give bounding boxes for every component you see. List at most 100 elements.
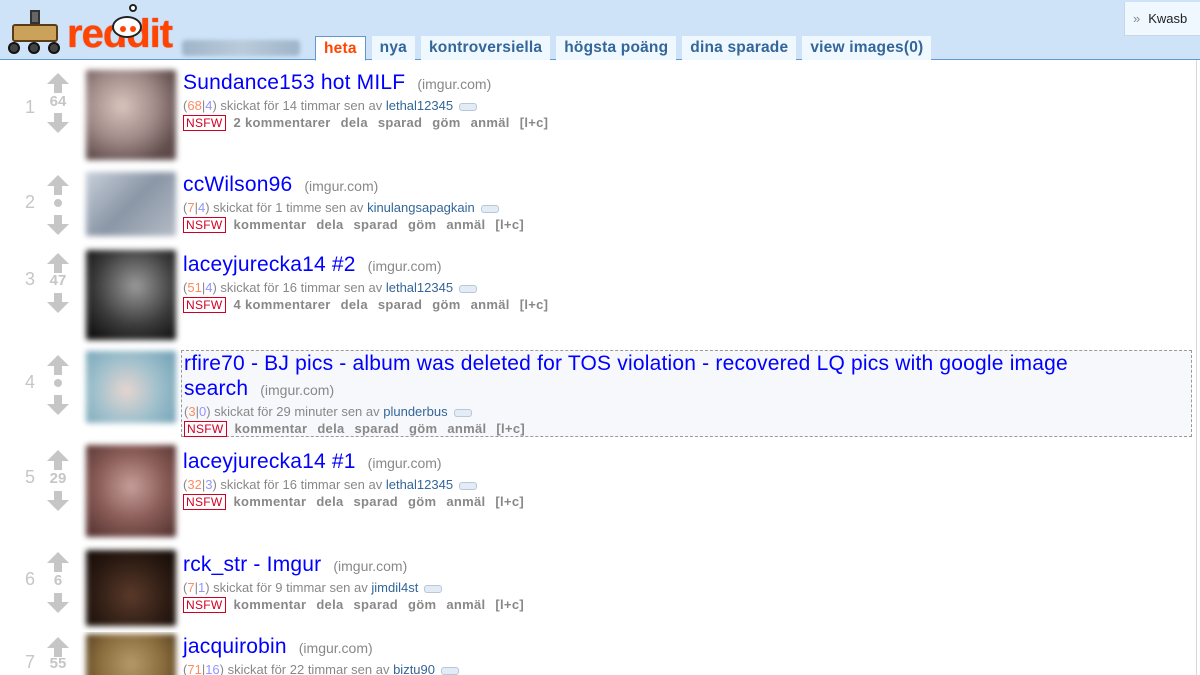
expand-chevron-icon[interactable]: » [1133,11,1140,26]
downvote-arrow-icon[interactable] [46,214,70,236]
author-link[interactable]: lethal12345 [386,98,453,113]
post-title-link[interactable]: Sundance153 hot MILF [183,71,405,94]
tab-heta[interactable]: heta [315,36,366,61]
tag-icon[interactable] [459,102,478,111]
save-button[interactable]: sparad [378,115,422,130]
hide-button[interactable]: göm [408,597,436,612]
link-comments-button[interactable]: [l+c] [495,217,524,232]
report-button[interactable]: anmäl [471,297,510,312]
save-button[interactable]: sparad [378,297,422,312]
comments-button[interactable]: kommentar [235,421,308,436]
subreddit-name-blurred[interactable] [182,40,300,56]
share-button[interactable]: dela [316,494,343,509]
share-button[interactable]: dela [341,297,368,312]
share-button[interactable]: dela [317,421,344,436]
upvote-arrow-icon[interactable] [46,252,70,274]
author-link[interactable]: biztu90 [393,662,435,675]
post-title-link-line2[interactable]: search [184,377,248,400]
comments-button[interactable]: 4 kommentarer [234,297,331,312]
upvote-arrow-icon[interactable] [46,72,70,94]
comments-button[interactable]: 2 kommentarer [234,115,331,130]
report-button[interactable]: anmäl [447,421,486,436]
username-link[interactable]: Kwasb [1148,11,1187,26]
post-thumbnail[interactable] [86,550,176,626]
tag-icon[interactable] [441,666,459,675]
link-comments-button[interactable]: [l+c] [520,297,549,312]
downvote-arrow-icon[interactable] [46,394,70,416]
upvote-count: 68 [187,98,202,113]
post-buttons: NSFW kommentar dela sparad göm anmäl [l+c] [183,216,1192,234]
reddit-logo[interactable]: reddit [0,2,175,58]
tab-hogsta-poang[interactable]: högsta poäng [556,36,677,60]
comments-button[interactable]: kommentar [234,597,307,612]
post-thumbnail[interactable] [86,634,176,675]
comments-button[interactable]: kommentar [234,217,307,232]
post-domain[interactable]: (imgur.com) [260,382,334,398]
downvote-arrow-icon[interactable] [46,490,70,512]
post-thumbnail[interactable] [86,445,176,537]
share-button[interactable]: dela [341,115,368,130]
post-title-link[interactable]: laceyjurecka14 #1 [183,450,356,473]
downvote-arrow-icon[interactable] [46,592,70,614]
author-link[interactable]: kinulangsapagkain [367,200,475,215]
upvote-arrow-icon[interactable] [46,354,70,376]
post-thumbnail[interactable] [86,172,176,236]
report-button[interactable]: anmäl [446,597,485,612]
author-link[interactable]: plunderbus [383,404,447,419]
author-link[interactable]: lethal12345 [386,280,453,295]
save-button[interactable]: sparad [354,597,398,612]
post-domain[interactable]: (imgur.com) [333,558,407,574]
hide-button[interactable]: göm [432,297,460,312]
upvote-arrow-icon[interactable] [46,174,70,196]
author-link[interactable]: lethal12345 [386,477,453,492]
comments-button[interactable]: kommentar [234,494,307,509]
save-button[interactable]: sparad [354,494,398,509]
save-button[interactable]: sparad [354,217,398,232]
share-button[interactable]: dela [316,217,343,232]
post-buttons: NSFW 4 kommentarer dela sparad göm anmäl [l+c] [183,296,1192,314]
post-title-link[interactable]: jacquirobin [183,635,287,658]
link-comments-button[interactable]: [l+c] [520,115,549,130]
post-title-link[interactable]: laceyjurecka14 #2 [183,253,356,276]
report-button[interactable]: anmäl [446,217,485,232]
tab-view-images[interactable]: view images(0) [802,36,932,60]
downvote-arrow-icon[interactable] [46,292,70,314]
post-domain[interactable]: (imgur.com) [417,76,491,92]
rover-mascot-icon [4,8,64,56]
tag-icon[interactable] [480,204,499,213]
hide-button[interactable]: göm [432,115,460,130]
post-rank: 4 [24,372,35,392]
post-domain[interactable]: (imgur.com) [368,455,442,471]
post-thumbnail[interactable] [86,250,176,340]
post-title-link-line1[interactable]: rfire70 - BJ pics - album was deleted fo… [184,352,1068,375]
post-domain[interactable]: (imgur.com) [299,640,373,656]
tag-icon[interactable] [453,408,472,417]
tab-nya[interactable]: nya [371,36,415,60]
report-button[interactable]: anmäl [446,494,485,509]
user-area[interactable]: » Kwasb [1124,2,1200,36]
post-title-link[interactable]: ccWilson96 [183,173,292,196]
tab-kontroversiella[interactable]: kontroversiella [420,36,551,60]
share-button[interactable]: dela [316,597,343,612]
link-comments-button[interactable]: [l+c] [495,494,524,509]
hide-button[interactable]: göm [408,217,436,232]
post-domain[interactable]: (imgur.com) [368,258,442,274]
report-button[interactable]: anmäl [471,115,510,130]
hide-button[interactable]: göm [408,494,436,509]
link-comments-button[interactable]: [l+c] [495,597,524,612]
downvote-arrow-icon[interactable] [46,112,70,134]
post-domain[interactable]: (imgur.com) [304,178,378,194]
tab-dina-sparade[interactable]: dina sparade [682,36,797,60]
tag-icon[interactable] [459,481,478,490]
tag-icon[interactable] [424,584,443,593]
upvote-arrow-icon[interactable] [46,449,70,471]
author-link[interactable]: jimdil4st [371,580,418,595]
link-comments-button[interactable]: [l+c] [496,421,525,436]
upvote-arrow-icon[interactable] [46,551,70,573]
save-button[interactable]: sparad [355,421,399,436]
post-thumbnail[interactable] [86,351,176,423]
hide-button[interactable]: göm [409,421,437,436]
post-thumbnail[interactable] [86,70,176,160]
post-title-link[interactable]: rck_str - Imgur [183,553,321,576]
tag-icon[interactable] [459,284,478,293]
